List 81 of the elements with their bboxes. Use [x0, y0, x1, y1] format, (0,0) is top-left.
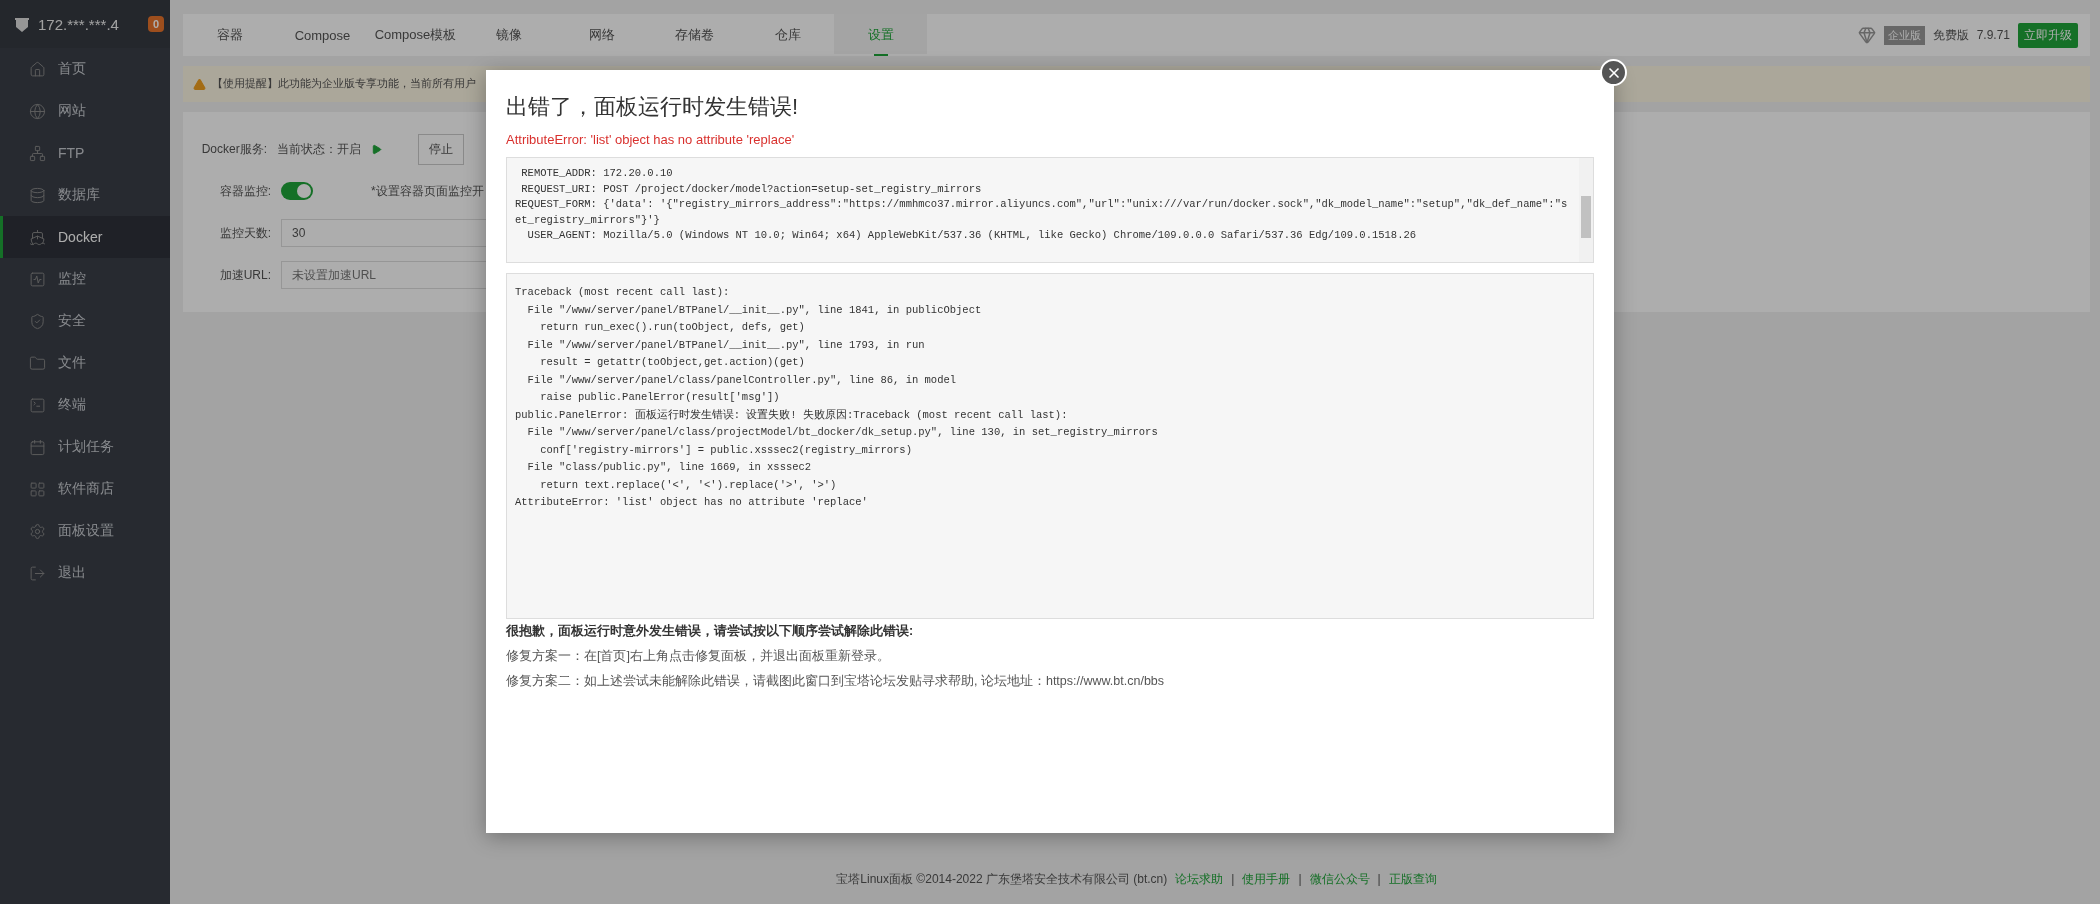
field-label: 容器监控:	[218, 182, 271, 200]
tab[interactable]: 存储卷	[648, 14, 741, 56]
warning-icon	[193, 77, 206, 91]
tab[interactable]: 仓库	[741, 14, 834, 56]
code-line: conf['registry-mirrors'] = public.xsssec2(registry_mirrors)	[539, 442, 912, 458]
grid-icon	[29, 480, 46, 498]
calendar-icon	[29, 438, 46, 456]
separator: |	[1231, 872, 1235, 886]
chart-icon	[29, 270, 46, 288]
terminal-icon	[29, 396, 46, 414]
sidebar-item[interactable]: 计划任务	[0, 426, 170, 468]
home-icon	[29, 60, 46, 78]
service-status: 当前状态：开启	[277, 140, 361, 158]
code-line: AttributeError: 'list' object has no attribute 'replace'	[515, 495, 868, 510]
tab[interactable]: 设置	[834, 14, 927, 56]
separator: |	[1298, 872, 1302, 886]
settings-icon	[29, 522, 46, 540]
code-line: raise public.PanelError(result['msg'])	[539, 390, 780, 405]
footer-link[interactable]: 使用手册	[1242, 870, 1291, 888]
shield-icon	[29, 312, 46, 330]
footer-link[interactable]: 论坛求助	[1175, 870, 1224, 888]
notice-text: 【使用提醒】此功能为企业版专享功能，当前所有用户	[212, 77, 476, 91]
code-line: REMOTE_ADDR: 172.20.0.10	[520, 166, 673, 181]
tab[interactable]: 镜像	[462, 14, 555, 56]
notification-count: 0	[147, 16, 164, 32]
field-label: 监控天数:	[218, 224, 271, 242]
monitor-hint: *设置容器页面监控开	[371, 182, 484, 200]
sidebar-item[interactable]: 面板设置	[0, 510, 170, 552]
version-number: 7.9.71	[1976, 28, 2010, 42]
code-line: File "/www/server/panel/BTPanel/__init__.py", line 1793, in run	[526, 337, 925, 353]
sidebar-item[interactable]: 终端	[0, 384, 170, 426]
code-line: REQUEST_URI: POST /project/docker/model?action=setup-set_registry_mirrors	[520, 181, 982, 197]
plan-label: 免费版	[1932, 26, 1969, 44]
play-icon	[371, 143, 382, 155]
code-line: File "/www/server/panel/class/projectModel/bt_docker/dk_setup.py", line 130, in set_registry_mirrors	[526, 425, 1158, 440]
separator: |	[1377, 872, 1381, 886]
dialog-title: 出错了，面板运行时发生错误!	[506, 93, 799, 121]
footer-link[interactable]: 微信公众号	[1309, 870, 1370, 888]
footer-link[interactable]: 正版查询	[1388, 870, 1437, 888]
scrollbar[interactable]	[1579, 158, 1593, 262]
ship-icon	[29, 228, 46, 246]
code-line: File "class/public.py", line 1669, in xsssec2	[526, 460, 812, 475]
server-address: 172.***.***.4	[38, 15, 120, 33]
sidebar-item[interactable]: 首页	[0, 48, 170, 90]
logout-icon	[29, 564, 46, 582]
folder-icon	[29, 354, 46, 372]
field-label: Docker服务:	[200, 140, 267, 158]
sidebar-item[interactable]: 退出	[0, 552, 170, 594]
database-icon	[29, 186, 46, 204]
error-message: AttributeError: 'list' object has no attribute 'replace'	[506, 132, 795, 147]
help-title: 很抱歉，面板运行时意外发生错误，请尝试按以下顺序尝试解除此错误:	[506, 623, 914, 640]
sidebar-item[interactable]: Docker	[0, 216, 170, 258]
sidebar-item[interactable]: 安全	[0, 300, 170, 342]
monitor-toggle[interactable]	[281, 182, 313, 200]
diamond-icon	[1857, 26, 1876, 44]
sidebar-item[interactable]: FTP	[0, 132, 170, 174]
code-line: return text.replace('<', '<').replace('>', '>')	[539, 477, 837, 493]
tab[interactable]: 容器	[183, 14, 276, 56]
tab[interactable]: Compose	[276, 14, 369, 56]
stop-button[interactable]: 停止	[418, 133, 464, 165]
upgrade-button[interactable]: 立即升级	[2018, 22, 2078, 48]
help-text: 修复方案一：在[首页]右上角点击修复面板，并退出面板重新登录。	[506, 648, 890, 665]
code-line: return run_exec().run(toObject, defs, get)	[539, 320, 805, 335]
sidebar-item[interactable]: 文件	[0, 342, 170, 384]
code-line: public.PanelError: 面板运行时发生错误: 设置失败! 失败原因:Traceback (most recent call last):	[515, 407, 1068, 423]
network-icon	[29, 144, 46, 162]
tab[interactable]: 网络	[555, 14, 648, 56]
edition-badge: 企业版	[1883, 25, 1925, 45]
help-text: 修复方案二：如上述尝试未能解除此错误，请截图此窗口到宝塔论坛发贴寻求帮助, 论坛地址：https://www.bt.cn/bbs	[506, 673, 1165, 690]
code-line: result = getattr(toObject,get.action)(get)	[539, 355, 805, 370]
code-line: File "/www/server/panel/class/panelController.py", line 86, in model	[526, 372, 957, 388]
sidebar-item[interactable]: 软件商店	[0, 468, 170, 510]
field-label: 加速URL:	[218, 266, 271, 284]
sidebar-item[interactable]: 网站	[0, 90, 170, 132]
sidebar-item[interactable]: 监控	[0, 258, 170, 300]
sidebar-item[interactable]: 数据库	[0, 174, 170, 216]
copyright-text: 宝塔Linux面板 ©2014-2022 广东堡塔安全技术有限公司 (bt.cn)	[836, 870, 1168, 888]
tab[interactable]: Compose模板	[369, 14, 462, 56]
shield-logo-icon	[14, 15, 30, 33]
code-line: File "/www/server/panel/BTPanel/__init__.py", line 1841, in publicObject	[526, 302, 982, 318]
globe-icon	[29, 102, 46, 120]
